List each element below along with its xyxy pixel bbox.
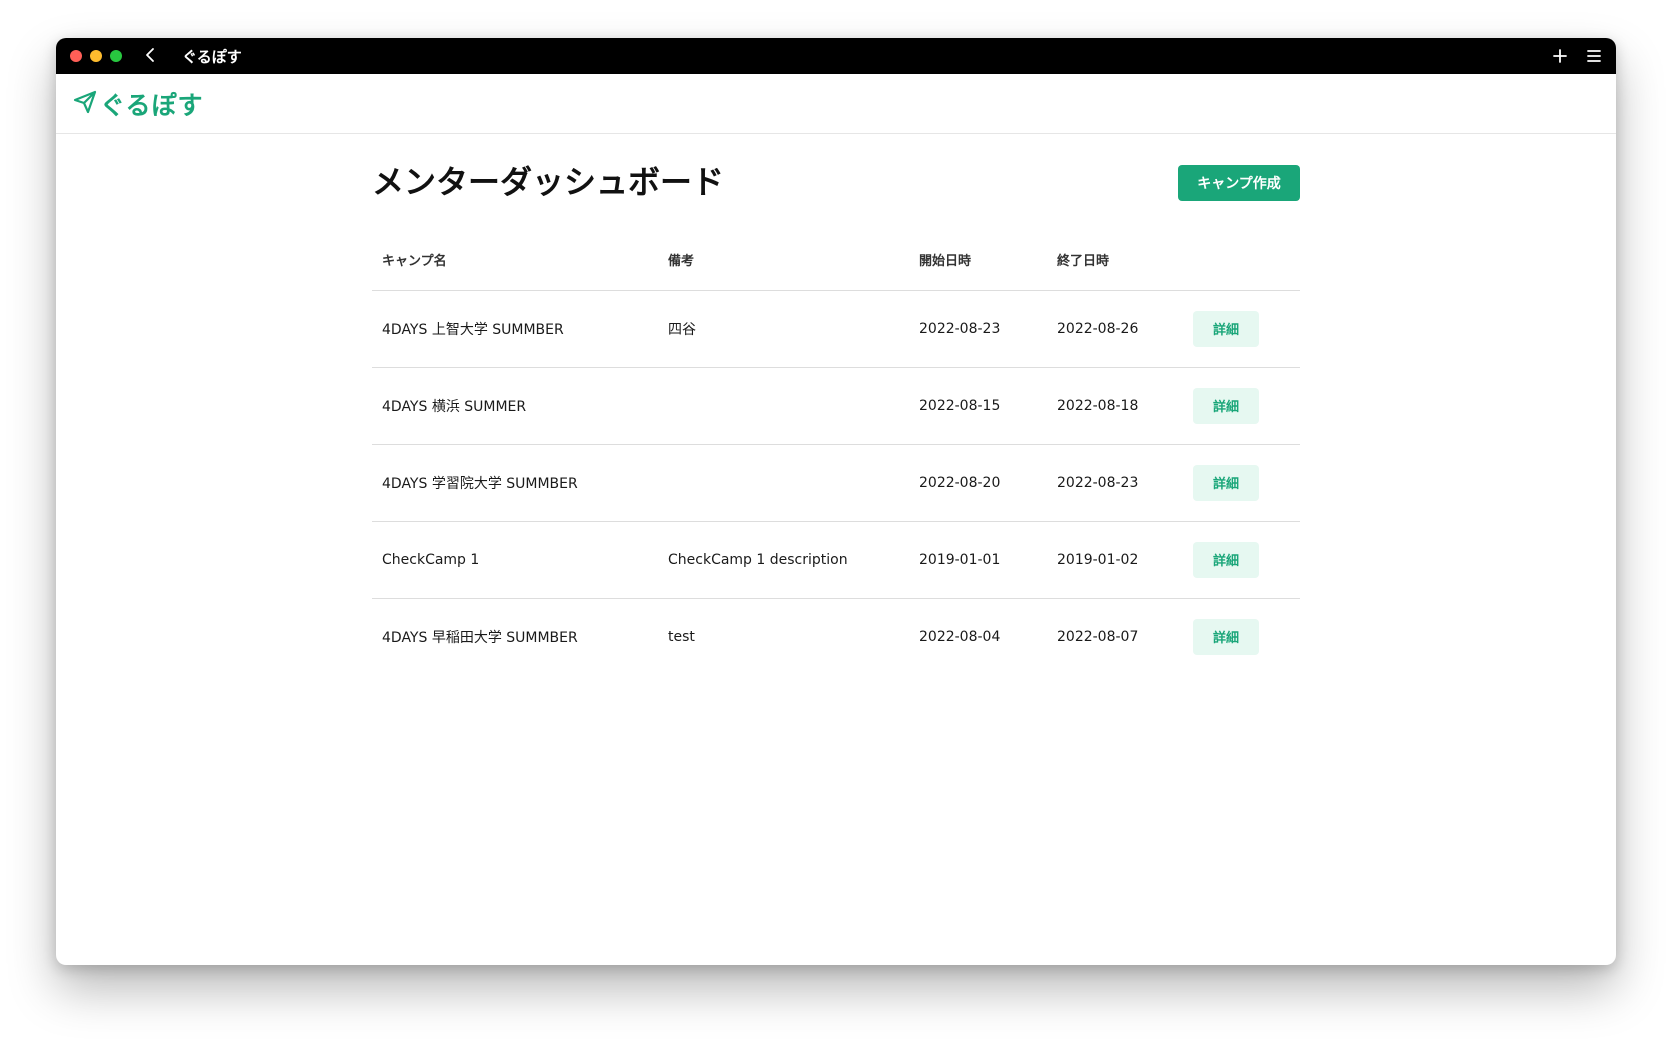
detail-button[interactable]: 詳細 (1193, 541, 1259, 578)
start-date-cell: 2022-08-04 (919, 628, 1001, 645)
note-cell (658, 367, 909, 445)
plus-icon[interactable] (1552, 48, 1568, 64)
end-date-cell: 2022-08-26 (1047, 290, 1183, 368)
paper-plane-icon (72, 89, 98, 119)
action-cell: 詳細 (1183, 521, 1300, 599)
column-header-camp-name: キャンプ名 (372, 230, 658, 291)
start-date-cell: 2022-08-15 (909, 367, 1047, 445)
table-row: 4DAYS 早稲田大学 SUMMBER test 2022-08-04 2022… (372, 598, 1300, 675)
detail-button[interactable]: 詳細 (1193, 310, 1259, 347)
start-date-cell: 2022-08-23 (909, 290, 1047, 368)
action-cell: 詳細 (1183, 290, 1300, 368)
close-window-button[interactable] (70, 50, 82, 62)
title-bar: ぐるぽす (56, 38, 1616, 74)
create-camp-button[interactable]: キャンプ作成 (1178, 165, 1300, 201)
column-header-start: 開始日時 (909, 230, 1047, 291)
column-header-action (1183, 230, 1300, 291)
note-cell: 四谷 (658, 290, 909, 368)
main-content: メンターダッシュボード キャンプ作成 キャンプ名 備考 開始日時 終了日時 4D… (372, 134, 1300, 675)
logo-text: ぐるぽす (100, 90, 204, 120)
note-cell: CheckCamp 1 description (658, 521, 909, 599)
table-header-row: キャンプ名 備考 開始日時 終了日時 (372, 230, 1300, 291)
start-date-cell: 2019-01-01 (909, 521, 1047, 599)
end-date-cell: 2022-08-18 (1047, 367, 1183, 445)
page-title: メンターダッシュボード (372, 163, 725, 201)
detail-button[interactable]: 詳細 (1193, 618, 1259, 655)
action-cell: 詳細 (1183, 367, 1300, 445)
action-cell: 詳細 (1183, 598, 1300, 675)
note-cell (658, 444, 909, 522)
detail-button[interactable]: 詳細 (1193, 464, 1259, 501)
note-cell: test (668, 628, 695, 645)
minimize-window-button[interactable] (90, 50, 102, 62)
page-header: メンターダッシュボード キャンプ作成 (372, 134, 1300, 208)
app-logo[interactable]: ぐるぽす (72, 86, 204, 122)
end-date-cell: 2022-08-23 (1047, 444, 1183, 522)
app-header: ぐるぽす (56, 74, 1616, 134)
camp-name-cell: 4DAYS 横浜 SUMMER (372, 367, 658, 445)
end-date-cell: 2019-01-02 (1047, 521, 1183, 599)
camp-name-cell: 4DAYS 学習院大学 SUMMBER (372, 444, 658, 522)
camp-name-cell: CheckCamp 1 (372, 521, 658, 599)
chevron-left-icon[interactable] (144, 38, 160, 74)
camps-table: キャンプ名 備考 開始日時 終了日時 4DAYS 上智大学 SUMMBER 四谷… (372, 230, 1300, 675)
table-row: CheckCamp 1 CheckCamp 1 description 2019… (372, 521, 1300, 599)
camp-name-cell: 4DAYS 早稲田大学 SUMMBER (382, 629, 578, 646)
browser-window: ぐるぽす ぐるぽす メンターダッシュボード キャンプ作成 キャンプ名 備考 開始… (56, 38, 1616, 965)
window-title: ぐるぽす (182, 47, 242, 66)
column-header-end: 終了日時 (1047, 230, 1183, 291)
table-row: 4DAYS 横浜 SUMMER 2022-08-15 2022-08-18 詳細 (372, 367, 1300, 445)
start-date-cell: 2022-08-20 (909, 444, 1047, 522)
traffic-lights (70, 50, 130, 62)
table-row: 4DAYS 上智大学 SUMMBER 四谷 2022-08-23 2022-08… (372, 290, 1300, 368)
action-cell: 詳細 (1183, 444, 1300, 522)
column-header-note: 備考 (658, 230, 909, 291)
zoom-window-button[interactable] (110, 50, 122, 62)
camp-name-cell: 4DAYS 上智大学 SUMMBER (372, 290, 658, 368)
hamburger-menu-icon[interactable] (1586, 49, 1602, 63)
detail-button[interactable]: 詳細 (1193, 387, 1259, 424)
end-date-cell: 2022-08-07 (1057, 628, 1139, 645)
table-row: 4DAYS 学習院大学 SUMMBER 2022-08-20 2022-08-2… (372, 444, 1300, 522)
